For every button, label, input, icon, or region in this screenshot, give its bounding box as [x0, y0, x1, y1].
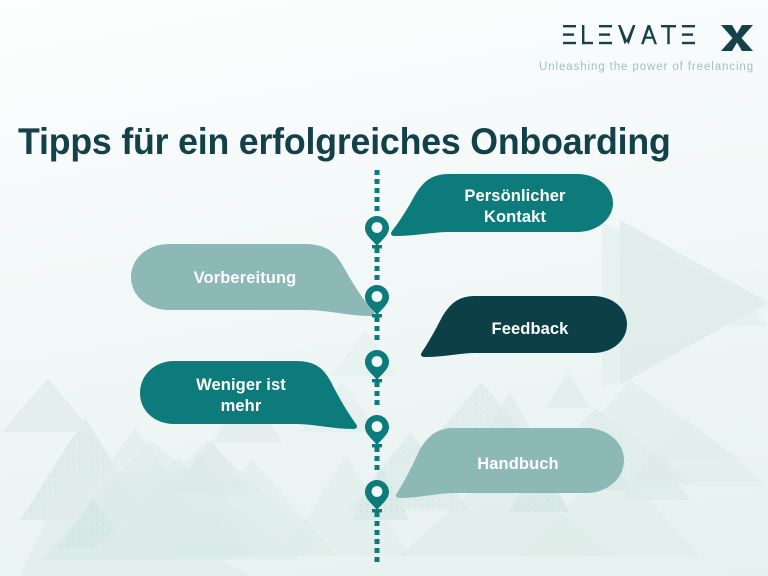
timeline-pin-5[interactable] [365, 480, 389, 516]
elevate-wordmark-icon [563, 25, 695, 45]
timeline-pin-1[interactable] [365, 216, 389, 252]
timeline-pin-2[interactable] [365, 285, 389, 321]
logo-mark [539, 22, 754, 53]
brand-logo: Unleashing the power of freelancing [539, 22, 754, 74]
logo-tagline: Unleashing the power of freelancing [539, 61, 754, 73]
logo-x-icon [720, 24, 754, 52]
tip-bubble-vorbereitung[interactable]: Vorbereitung [131, 244, 375, 322]
tip-label: Vorbereitung [193, 269, 297, 288]
tip-bubble-weniger-ist-mehr[interactable]: Weniger ist mehr [140, 361, 358, 437]
timeline-track [365, 170, 389, 562]
tip-label: Weniger ist mehr [196, 375, 286, 415]
logo-wordmark [563, 22, 713, 53]
tip-bubble-handbuch[interactable]: Handbuch [396, 428, 624, 508]
tip-bubble-feedback[interactable]: Feedback [421, 296, 627, 368]
infographic-canvas: Unleashing the power of freelancing Tipp… [0, 0, 768, 576]
tip-label: Persönlicher Kontakt [464, 186, 566, 226]
page-title: Tipps für ein erfolgreiches Onboarding [18, 120, 671, 162]
tip-label: Handbuch [477, 455, 559, 474]
timeline-pin-4[interactable] [365, 415, 389, 451]
timeline-pin-3[interactable] [365, 350, 389, 386]
tip-bubble-persoenlicher-kontakt[interactable]: Persönlicher Kontakt [391, 174, 613, 246]
tip-label: Feedback [491, 320, 569, 339]
